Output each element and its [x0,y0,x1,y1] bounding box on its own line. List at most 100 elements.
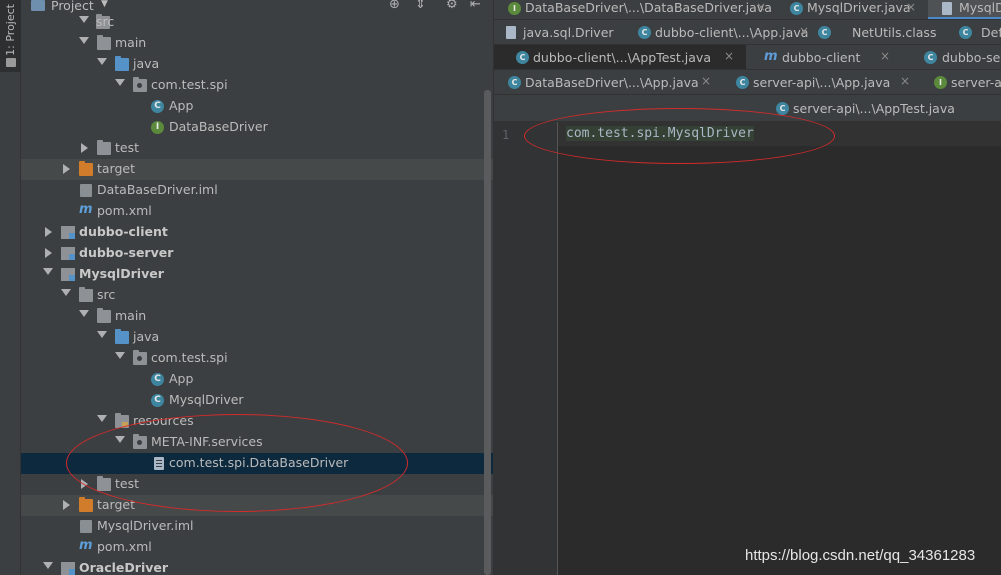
chevron-right-icon[interactable] [63,164,70,174]
editor-tab[interactable]: C dubbo-ser [906,45,1001,69]
tab-label: java.sql.Driver [523,25,614,40]
close-icon[interactable]: × [724,49,734,63]
chevron-down-icon[interactable] [115,352,125,359]
chevron-down-icon[interactable] [97,415,107,422]
folder-icon [79,287,93,302]
tree-row-module[interactable]: MysqlDriver [21,264,493,285]
tree-row-class[interactable]: C MysqlDriver [21,390,493,411]
editor-tab[interactable]: m dubbo-client × [746,45,906,69]
vertical-scrollbar[interactable] [484,90,491,575]
tree-row-src[interactable]: src [21,12,493,33]
tree-label: src [97,287,116,302]
close-icon[interactable]: × [756,0,766,14]
maven-icon: m [764,49,778,64]
iml-file-icon [80,184,92,197]
tree-row-pom[interactable]: m pom.xml [21,537,493,558]
class-icon: C [959,26,972,39]
close-icon[interactable]: × [880,49,890,63]
editor-tab-row: java.sql.Driver C dubbo-client\...\App.j… [494,20,1001,45]
code-line[interactable]: com.test.spi.MysqlDriver [566,126,754,141]
interface-icon: I [934,76,947,89]
chevron-right-icon[interactable] [45,248,52,258]
tree-row-package[interactable]: com.test.spi [21,75,493,96]
tree-row-main[interactable]: main [21,306,493,327]
close-icon[interactable]: × [906,0,916,14]
tree-label: MysqlDriver.iml [97,518,194,533]
chevron-down-icon[interactable] [43,562,53,569]
editor-tab[interactable]: java.sql.Driver [494,20,634,44]
chevron-right-icon[interactable] [81,479,88,489]
excluded-folder-icon [79,161,93,176]
close-icon[interactable]: × [701,74,711,88]
tree-row-test[interactable]: test [21,138,493,159]
editor-tab[interactable]: C server-api\...\App.java × [722,70,922,94]
editor-tab[interactable]: C MysqlDriver.java × [778,0,928,19]
close-icon[interactable]: × [799,24,809,38]
chevron-down-icon[interactable]: ▼ [101,0,108,9]
tree-row-module[interactable]: dubbo-client [21,222,493,243]
tree-row-target[interactable]: target [21,159,493,180]
close-icon[interactable]: × [900,74,910,88]
tree-row-interface[interactable]: I DataBaseDriver [21,117,493,138]
chevron-down-icon[interactable] [79,310,89,317]
chevron-down-icon[interactable] [115,436,125,443]
chevron-down-icon[interactable] [61,289,71,296]
gear-icon[interactable]: ⚙ [446,0,458,12]
tree-row-module[interactable]: dubbo-server [21,243,493,264]
chevron-down-icon[interactable] [79,16,89,23]
tree-label: test [115,140,140,155]
tree-row-meta-inf[interactable]: META-INF.services [21,432,493,453]
tab-label: DataBaseDriver\...\DataBaseDriver.java [525,0,772,15]
tree-row-src[interactable]: src [21,285,493,306]
chevron-right-icon[interactable] [45,227,52,237]
tree-row-iml[interactable]: DataBaseDriver.iml [21,180,493,201]
tree-row-pom[interactable]: m pom.xml [21,201,493,222]
tree-label: java [133,56,160,71]
class-icon: C [508,76,521,89]
hide-panel-icon[interactable]: ⇤ [470,0,481,12]
tree-label: MysqlDriver [79,266,164,281]
editor-area: I DataBaseDriver\...\DataBaseDriver.java… [493,0,1001,575]
collapse-all-icon[interactable]: ⇕ [415,0,426,12]
tree-row-resources[interactable]: resources [21,411,493,432]
tree-row-iml[interactable]: MysqlDriver.iml [21,516,493,537]
tree-row-target[interactable]: target [21,495,493,516]
editor-tab[interactable]: I DataBaseDriver\...\DataBaseDriver.java… [494,0,778,19]
project-tool-tab[interactable]: 1: Project [0,0,21,72]
chevron-down-icon[interactable] [115,79,125,86]
tree-label: DataBaseDriver.iml [97,182,218,197]
editor-tab[interactable]: I server-a [922,70,1001,94]
tab-label: Def [981,25,1001,40]
tree-row-spi-file[interactable]: com.test.spi.DataBaseDriver [21,453,493,474]
editor-tab[interactable]: C server-api\...\AppTest.java [770,95,970,120]
class-icon: C [516,51,529,64]
tree-row-module[interactable]: OracleDriver [21,558,493,575]
tree-row-java[interactable]: java [21,54,493,75]
tree-row-java[interactable]: java [21,327,493,348]
chevron-down-icon[interactable] [97,331,107,338]
tree-row-package[interactable]: com.test.spi [21,348,493,369]
locate-icon[interactable]: ⊕ [389,0,400,12]
chevron-right-icon[interactable] [63,500,70,510]
editor-tab[interactable]: C dubbo-client\...\AppTest.java × [494,45,746,69]
editor-tab[interactable]: C NetUtils.class [814,20,951,44]
tree-row-class[interactable]: C App [21,96,493,117]
class-icon: C [924,51,937,64]
editor-tab[interactable]: C Def [951,20,1001,44]
chevron-down-icon[interactable] [43,268,53,275]
tree-row-main[interactable]: main [21,33,493,54]
tab-label: dubbo-ser [942,50,1001,65]
tree-row-class[interactable]: C App [21,369,493,390]
tree-label: com.test.spi [151,350,228,365]
editor-tab[interactable]: C DataBaseDriver\...\App.java × [494,70,722,94]
class-icon: C [736,76,749,89]
chevron-down-icon[interactable] [97,58,107,65]
tree-row-test[interactable]: test [21,474,493,495]
folder-icon [6,58,16,67]
tab-label: dubbo-client [782,50,861,65]
editor-tab-active[interactable]: MysqlD [928,0,1001,19]
editor-tab[interactable]: C dubbo-client\...\App.java × [634,20,814,44]
chevron-down-icon[interactable] [79,37,89,44]
chevron-right-icon[interactable] [81,143,88,153]
tab-label: MysqlD [959,0,1001,15]
